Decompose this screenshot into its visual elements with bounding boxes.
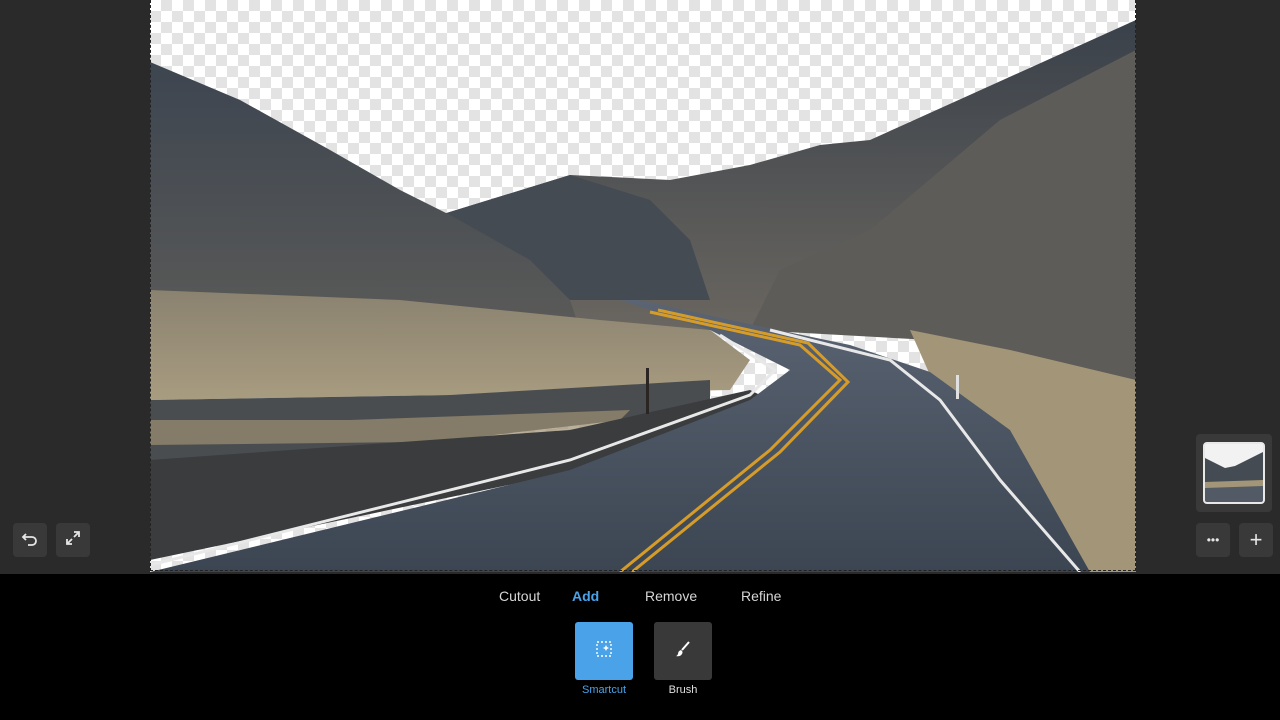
canvas-area: ••• + — [0, 0, 1280, 574]
image-canvas[interactable] — [150, 0, 1136, 572]
brush-button[interactable] — [654, 622, 712, 680]
smartcut-icon — [594, 639, 614, 664]
tab-refine[interactable]: Refine — [741, 588, 781, 604]
tab-remove[interactable]: Remove — [645, 588, 697, 604]
mode-tabs: Cutout Add Remove Refine — [0, 588, 1280, 604]
undo-icon — [21, 529, 39, 552]
tab-cutout[interactable]: Cutout — [499, 588, 540, 604]
undo-button[interactable] — [13, 523, 47, 557]
brush-icon — [673, 639, 693, 664]
smartcut-button[interactable] — [575, 622, 633, 680]
more-options-button[interactable]: ••• — [1196, 523, 1230, 557]
road-photo — [150, 20, 1136, 572]
thumbnail-image — [1205, 444, 1263, 502]
more-icon: ••• — [1206, 533, 1220, 547]
expand-icon — [64, 529, 82, 552]
fullscreen-button[interactable] — [56, 523, 90, 557]
tab-add[interactable]: Add — [572, 588, 599, 604]
add-layer-button[interactable]: + — [1239, 523, 1273, 557]
brush-label: Brush — [668, 684, 698, 696]
plus-icon: + — [1249, 527, 1263, 552]
layer-thumbnail[interactable] — [1196, 434, 1272, 512]
smartcut-label: Smartcut — [581, 684, 626, 696]
bottom-toolbar: Cutout Add Remove Refine Smartcut Brush — [0, 574, 1280, 720]
